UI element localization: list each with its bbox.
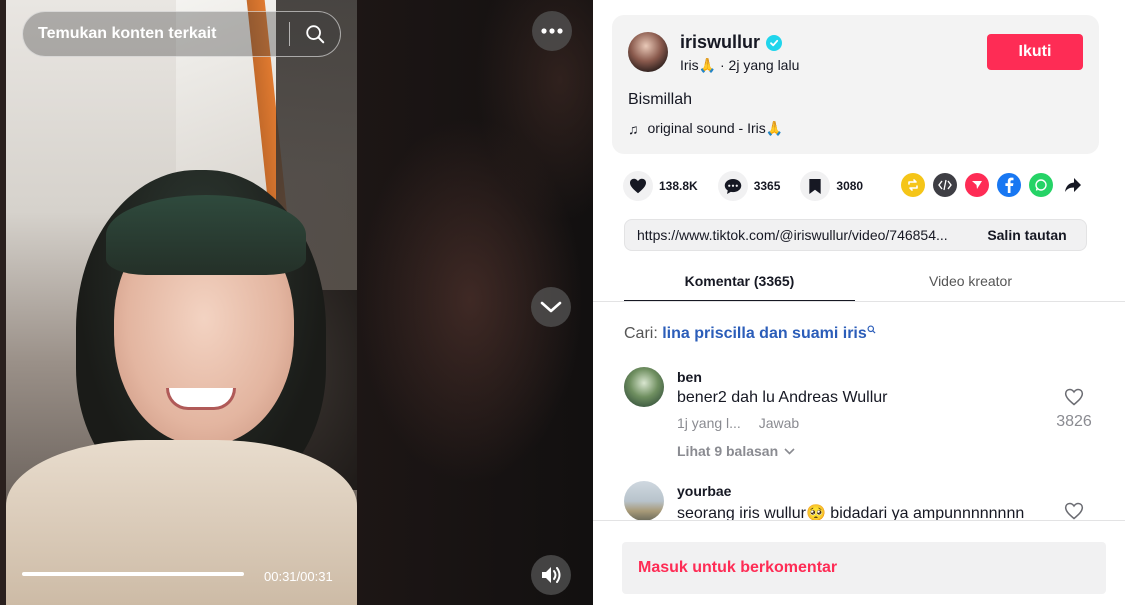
heart-icon bbox=[623, 171, 653, 201]
commenter-avatar[interactable] bbox=[624, 367, 664, 407]
author-username-text: iriswullur bbox=[680, 32, 761, 52]
post-age: · 2j yang lalu bbox=[716, 57, 800, 73]
comment-text: bener2 dah lu Andreas Wullur bbox=[677, 389, 888, 406]
music-note-icon: ♫ bbox=[628, 120, 639, 137]
author-subtitle: Iris🙏 · 2j yang lalu bbox=[680, 57, 799, 74]
scrollbar[interactable] bbox=[1120, 0, 1125, 605]
share-buttons bbox=[901, 173, 1085, 197]
save-count: 3080 bbox=[836, 179, 864, 193]
heart-outline-icon[interactable] bbox=[1064, 501, 1084, 521]
view-replies-label: Lihat 9 balasan bbox=[677, 443, 779, 459]
author-avatar[interactable] bbox=[628, 32, 668, 72]
login-to-comment-button[interactable]: Masuk untuk berkomentar bbox=[622, 542, 1106, 594]
search-icon bbox=[306, 25, 325, 44]
engagement-bar: 138.8K 3365 3080 bbox=[623, 171, 883, 201]
details-panel: iriswullur Iris🙏 · 2j yang lalu Ikuti Bi… bbox=[593, 0, 1125, 605]
view-replies-button[interactable]: Lihat 9 balasan bbox=[677, 443, 795, 459]
tiktok-video-page: Temukan konten terkait 00:31/00:31 irisw… bbox=[0, 0, 1125, 605]
author-display-name: Iris🙏 bbox=[680, 57, 717, 73]
comment-like-count: 3826 bbox=[1056, 413, 1092, 430]
tab-comments[interactable]: Komentar (3365) bbox=[624, 264, 855, 302]
comment-action[interactable]: 3365 bbox=[717, 171, 781, 201]
search-input[interactable]: Temukan konten terkait bbox=[23, 25, 289, 43]
comment-item: ben bener2 dah lu Andreas Wullur 1j yang… bbox=[624, 367, 1104, 467]
follow-button[interactable]: Ikuti bbox=[987, 34, 1083, 70]
commenter-username[interactable]: yourbae bbox=[677, 483, 731, 499]
next-video-button[interactable] bbox=[531, 287, 571, 327]
related-content-search[interactable]: Temukan konten terkait bbox=[22, 11, 341, 57]
send-icon[interactable] bbox=[965, 173, 989, 197]
post-caption: Bismillah bbox=[628, 91, 693, 108]
suggested-search-prefix: Cari: bbox=[624, 325, 658, 342]
video-player[interactable] bbox=[6, 0, 357, 605]
copy-link-bar: https://www.tiktok.com/@iriswullur/video… bbox=[624, 219, 1087, 251]
video-url[interactable]: https://www.tiktok.com/@iriswullur/video… bbox=[625, 227, 968, 243]
volume-icon bbox=[542, 567, 561, 583]
commenter-avatar[interactable] bbox=[624, 481, 664, 521]
suggested-search-query[interactable]: lina priscilla dan suami iris bbox=[662, 325, 867, 342]
video-progress-bar[interactable] bbox=[22, 572, 244, 576]
verified-badge-icon bbox=[766, 34, 783, 51]
like-action[interactable]: 138.8K bbox=[623, 171, 698, 201]
sound-name: original sound - Iris🙏 bbox=[647, 120, 784, 136]
search-button[interactable] bbox=[290, 11, 340, 57]
copy-link-button[interactable]: Salin tautan bbox=[968, 227, 1086, 243]
reply-button[interactable]: Jawab bbox=[759, 415, 799, 431]
chevron-down-icon bbox=[784, 447, 795, 455]
repost-icon[interactable] bbox=[901, 173, 925, 197]
video-person-bangs bbox=[106, 195, 306, 275]
more-options-button[interactable] bbox=[532, 11, 572, 51]
commenter-username[interactable]: ben bbox=[677, 369, 702, 385]
embed-icon[interactable] bbox=[933, 173, 957, 197]
comment-meta: 1j yang l... Jawab bbox=[677, 415, 813, 431]
tab-creator-videos[interactable]: Video kreator bbox=[855, 264, 1086, 302]
facebook-icon[interactable] bbox=[997, 173, 1021, 197]
author-username[interactable]: iriswullur bbox=[680, 32, 783, 53]
save-action[interactable]: 3080 bbox=[800, 171, 863, 201]
comment-icon bbox=[717, 171, 748, 201]
video-person-smile bbox=[166, 388, 236, 410]
heart-outline-icon[interactable] bbox=[1064, 387, 1084, 407]
more-dots-icon bbox=[541, 28, 563, 34]
whatsapp-icon[interactable] bbox=[1029, 173, 1053, 197]
volume-button[interactable] bbox=[531, 555, 571, 595]
chevron-down-icon bbox=[540, 301, 562, 313]
share-arrow-icon[interactable] bbox=[1061, 173, 1085, 197]
search-small-icon bbox=[867, 325, 876, 334]
bookmark-icon bbox=[800, 171, 831, 201]
panel-tabs: Komentar (3365) Video kreator bbox=[624, 264, 1087, 302]
comment-time: 1j yang l... bbox=[677, 415, 741, 431]
sound-link[interactable]: ♫ original sound - Iris🙏 bbox=[628, 120, 783, 137]
tabs-divider bbox=[593, 301, 1125, 302]
suggested-search[interactable]: Cari: lina priscilla dan suami iris bbox=[624, 325, 876, 343]
post-info-card: iriswullur Iris🙏 · 2j yang lalu Ikuti Bi… bbox=[612, 15, 1099, 154]
video-area: Temukan konten terkait 00:31/00:31 bbox=[0, 0, 593, 605]
comment-count: 3365 bbox=[753, 179, 781, 193]
like-count: 138.8K bbox=[659, 179, 698, 193]
video-time: 00:31/00:31 bbox=[264, 569, 333, 584]
